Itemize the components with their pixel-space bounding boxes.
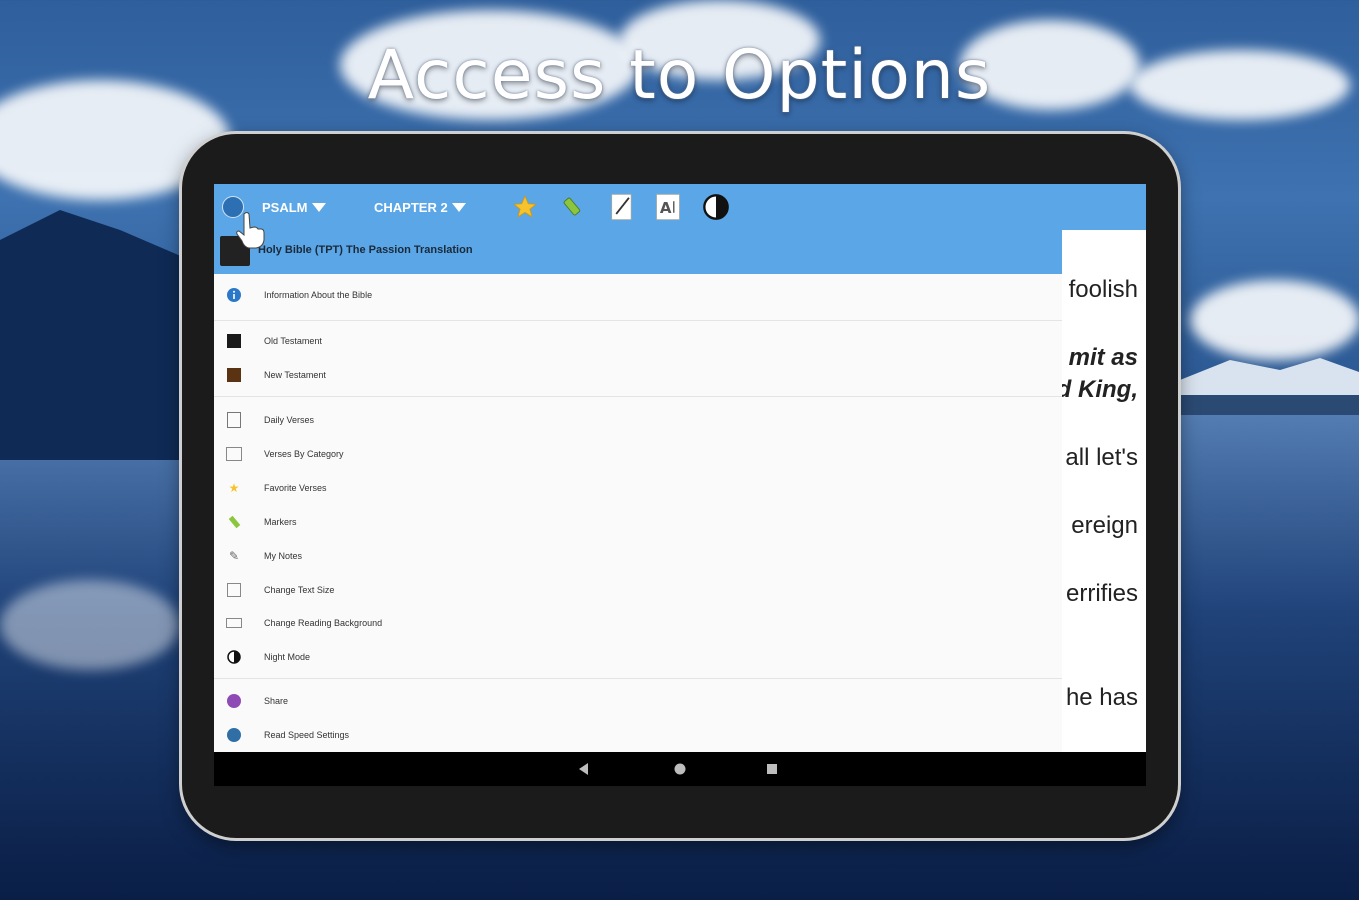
menu-item-label: Night Mode	[264, 652, 311, 662]
marker-icon	[563, 197, 581, 216]
headline: Access to Options	[367, 36, 992, 115]
recents-button[interactable]	[752, 752, 792, 786]
menu-item-label: My Notes	[264, 551, 303, 561]
back-icon	[579, 763, 588, 775]
menu-item-markers[interactable]: Markers	[214, 507, 1062, 537]
menu-item-old-testament[interactable]: Old Testament	[214, 326, 1062, 356]
star-icon	[513, 195, 537, 218]
notes-icon: ✎	[228, 549, 240, 563]
reading-line: foolish	[1068, 276, 1138, 303]
chapter-selector[interactable]: CHAPTER 2	[374, 184, 466, 230]
menu-item-verses-by-category[interactable]: Verses By Category	[214, 439, 1062, 469]
chevron-down-icon	[451, 202, 466, 212]
menu-item-daily-verses[interactable]: Daily Verses	[214, 405, 1062, 435]
chapter-label: CHAPTER 2	[374, 199, 448, 215]
menu-item-label: Information About the Bible	[264, 290, 373, 300]
reading-pane: foolish mit as d King, all let's ereign …	[1057, 230, 1146, 752]
tablet-frame: PSALM CHAPTER 2 A foolish mit as d King,…	[182, 134, 1178, 838]
system-nav-bar	[214, 752, 1146, 786]
menu-item-label: Change Reading Background	[264, 618, 383, 628]
reading-line: all let's	[1065, 444, 1138, 471]
menu-item-label: New Testament	[264, 370, 326, 380]
share-icon	[226, 693, 242, 709]
menu-item-change-reading-background[interactable]: Change Reading Background	[214, 608, 1062, 638]
book-label: PSALM	[262, 199, 308, 215]
notes-icon	[611, 193, 632, 221]
home-button[interactable]	[660, 752, 700, 786]
menu-item-my-notes[interactable]: ✎ My Notes	[214, 541, 1062, 571]
info-icon	[226, 287, 242, 303]
menu-item-label: Share	[264, 696, 289, 706]
night-mode-button[interactable]	[702, 184, 730, 230]
text-size-icon	[226, 582, 242, 598]
menu-item-read-speed-settings[interactable]: Read Speed Settings	[214, 720, 1062, 750]
menu-item-change-text-size[interactable]: Change Text Size	[214, 575, 1062, 605]
notes-button[interactable]	[608, 184, 636, 230]
back-button[interactable]	[564, 752, 604, 786]
cloud	[0, 580, 180, 670]
reading-line: d King,	[1056, 376, 1138, 403]
reading-line: mit as	[1068, 344, 1138, 371]
favorites-button[interactable]	[512, 184, 538, 230]
pointing-hand-icon	[236, 212, 265, 249]
new-testament-icon	[226, 367, 242, 383]
book-selector[interactable]: PSALM	[262, 184, 326, 230]
daily-verses-icon	[226, 412, 242, 428]
night-mode-icon	[226, 649, 242, 665]
reading-line: he has	[1065, 684, 1138, 711]
chevron-down-icon	[311, 202, 326, 212]
reading-line: ereign	[1071, 512, 1138, 539]
menu-item-label: Verses By Category	[264, 449, 344, 459]
home-icon	[674, 763, 686, 775]
reading-line: errifies	[1065, 580, 1138, 607]
menu-item-label: Markers	[264, 517, 297, 527]
menu-item-label: Read Speed Settings	[264, 730, 350, 740]
category-icon	[226, 446, 242, 462]
recents-icon	[767, 764, 777, 774]
drawer-title: Holy Bible (TPT) The Passion Translation	[258, 244, 473, 256]
background-icon	[226, 615, 242, 631]
menu-item-night-mode[interactable]: Night Mode	[214, 642, 1062, 672]
night-mode-icon	[703, 194, 729, 220]
navigation-drawer: Holy Bible (TPT) The Passion Translation…	[214, 230, 1062, 752]
star-icon: ★	[228, 481, 240, 495]
old-testament-icon	[226, 333, 242, 349]
menu-item-share[interactable]: Share	[214, 686, 1062, 716]
menu-item-new-testament[interactable]: New Testament	[214, 360, 1062, 390]
menu-item-favorite-verses[interactable]: ★ Favorite Verses	[214, 473, 1062, 503]
markers-button[interactable]	[560, 184, 586, 230]
menu-item-information[interactable]: Information About the Bible	[214, 280, 1062, 310]
divider	[214, 320, 1062, 321]
text-size-button[interactable]: A	[654, 184, 682, 230]
speed-icon	[226, 727, 242, 743]
marker-icon	[226, 514, 242, 530]
menu-item-label: Daily Verses	[264, 415, 315, 425]
menu-item-label: Change Text Size	[264, 585, 335, 595]
app-toolbar: PSALM CHAPTER 2 A	[214, 184, 1146, 230]
text-size-icon: A	[656, 193, 680, 221]
app-screen: PSALM CHAPTER 2 A foolish mit as d King,…	[214, 184, 1146, 752]
menu-item-label: Old Testament	[264, 336, 322, 346]
menu-item-label: Favorite Verses	[264, 483, 327, 493]
drawer-header: Holy Bible (TPT) The Passion Translation	[214, 230, 1062, 274]
svg-text:A: A	[660, 199, 672, 217]
divider	[214, 396, 1062, 397]
divider	[214, 678, 1062, 679]
